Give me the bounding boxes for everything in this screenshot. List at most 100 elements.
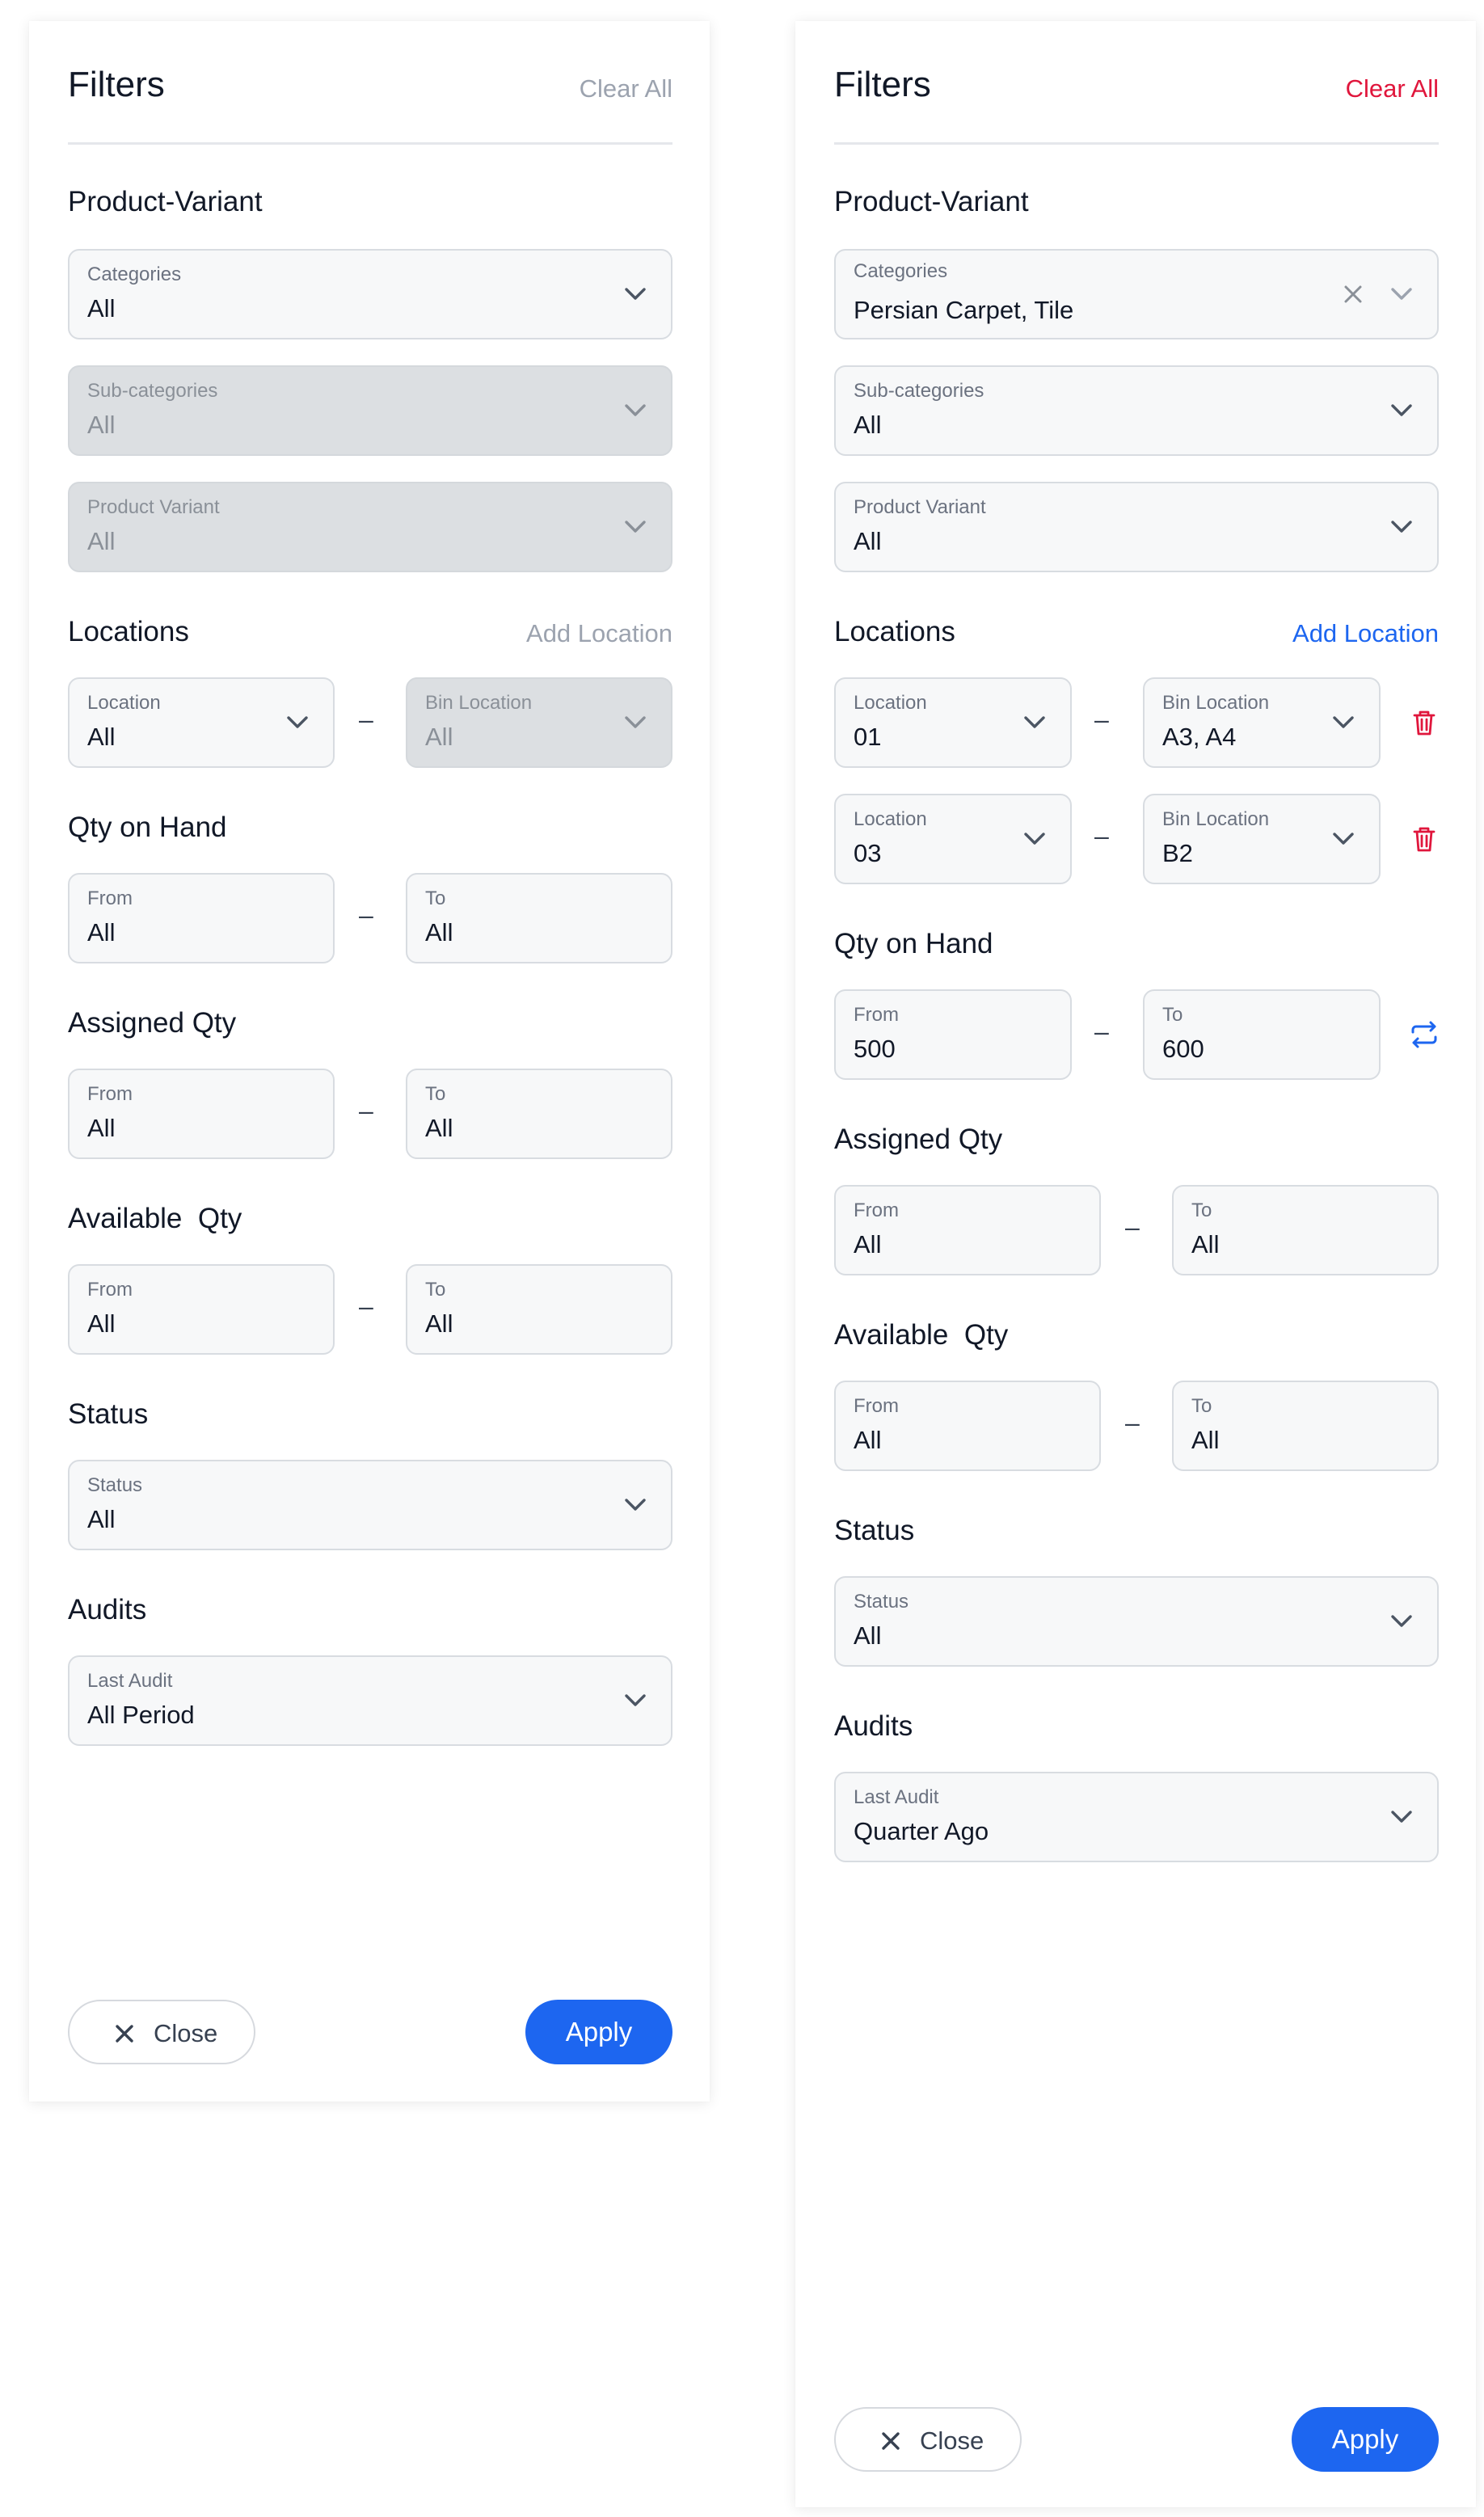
clear-all-button[interactable]: Clear All [580, 74, 672, 103]
status-select[interactable]: Status All [834, 1576, 1439, 1667]
add-location-link[interactable]: Add Location [526, 619, 672, 648]
field-value: All [87, 1505, 116, 1533]
close-button[interactable]: Close [68, 2000, 255, 2064]
close-button-label: Close [920, 2426, 984, 2455]
qty-on-hand-to-input[interactable]: To All [406, 873, 672, 963]
field-value: 01 [854, 723, 882, 751]
field-label: From [87, 1083, 133, 1105]
qty-on-hand-to-input[interactable]: To 600 [1143, 989, 1381, 1080]
panel-title: Filters [834, 65, 931, 104]
field-label: From [854, 1199, 899, 1221]
field-label: Product Variant [854, 496, 986, 518]
chevron-down-icon [625, 1694, 646, 1706]
location-select[interactable]: Location All [68, 677, 335, 768]
available-qty-from-input[interactable]: From All [834, 1381, 1101, 1471]
section-heading-qty-on-hand: Qty on Hand [834, 928, 993, 959]
apply-button[interactable]: Apply [525, 2000, 672, 2064]
range-dash: – [359, 900, 373, 930]
assigned-qty-to-input[interactable]: To All [406, 1069, 672, 1159]
sub-categories-select: Sub-categories All [68, 365, 672, 456]
filters-panel-filled: Filters Clear All Product-Variant Catego… [795, 21, 1476, 2507]
field-value: All [425, 1114, 453, 1142]
chevron-down-icon [625, 521, 646, 533]
close-icon [882, 2432, 900, 2450]
add-location-link[interactable]: Add Location [1292, 619, 1439, 648]
field-value: A3, A4 [1162, 723, 1237, 751]
available-qty-to-input[interactable]: To All [406, 1264, 672, 1355]
range-dash: – [359, 1096, 373, 1125]
field-value: B2 [1162, 839, 1193, 867]
chevron-down-icon [1024, 716, 1045, 728]
field-label: Last Audit [854, 1786, 939, 1808]
range-dash: – [1094, 821, 1109, 850]
location-select[interactable]: Location 01 [834, 677, 1072, 768]
chevron-down-icon [1391, 1811, 1412, 1823]
field-value: All [1191, 1426, 1220, 1454]
field-label: To [1191, 1395, 1212, 1417]
last-audit-select[interactable]: Last Audit All Period [68, 1655, 672, 1746]
sub-categories-select[interactable]: Sub-categories All [834, 365, 1439, 456]
field-label: Status [854, 1591, 909, 1613]
field-value: 500 [854, 1035, 896, 1063]
chevron-down-icon [1391, 404, 1412, 416]
field-label: Categories [87, 264, 182, 285]
categories-select[interactable]: Categories All [68, 249, 672, 339]
bin-location-select[interactable]: Bin Location A3, A4 [1143, 677, 1381, 768]
field-label: Bin Location [425, 692, 533, 714]
available-qty-from-input[interactable]: From All [68, 1264, 335, 1355]
field-value: All [87, 1114, 116, 1142]
field-label: To [425, 1083, 446, 1105]
bin-location-select: Bin Location All [406, 677, 672, 768]
chevron-down-icon [625, 716, 646, 728]
trash-icon[interactable] [1408, 706, 1440, 739]
assigned-qty-from-input[interactable]: From All [834, 1185, 1101, 1275]
chevron-down-icon [625, 404, 646, 416]
apply-button[interactable]: Apply [1292, 2407, 1439, 2472]
clear-selection-icon[interactable] [1342, 283, 1364, 306]
categories-select[interactable]: Categories Persian Carpet, Tile [834, 249, 1439, 339]
range-dash: – [1094, 1017, 1109, 1046]
field-value: Persian Carpet, Tile [854, 296, 1074, 324]
chevron-down-icon [1391, 521, 1412, 533]
range-dash: – [1125, 1408, 1140, 1437]
panel-title: Filters [68, 65, 165, 104]
location-select[interactable]: Location 03 [834, 794, 1072, 884]
available-qty-to-input[interactable]: To All [1172, 1381, 1439, 1471]
field-value: All [854, 1621, 882, 1650]
field-value: All [425, 918, 453, 947]
bin-location-select[interactable]: Bin Location B2 [1143, 794, 1381, 884]
section-heading-product-variant: Product-Variant [68, 186, 263, 217]
product-variant-select[interactable]: Product Variant All [834, 482, 1439, 572]
qty-on-hand-from-input[interactable]: From 500 [834, 989, 1072, 1080]
section-heading-available-qty: Available Qty [834, 1319, 1009, 1351]
assigned-qty-from-input[interactable]: From All [68, 1069, 335, 1159]
range-dash: – [359, 705, 373, 734]
close-button-label: Close [154, 2019, 218, 2047]
close-icon [116, 2025, 133, 2043]
field-label: Location [87, 692, 161, 714]
assigned-qty-to-input[interactable]: To All [1172, 1185, 1439, 1275]
range-dash: – [359, 1292, 373, 1321]
header-divider [834, 142, 1439, 145]
field-label: From [854, 1395, 899, 1417]
close-button[interactable]: Close [834, 2407, 1022, 2472]
field-value: Quarter Ago [854, 1817, 989, 1845]
chevron-down-icon [1391, 288, 1412, 300]
field-label: Bin Location [1162, 692, 1270, 714]
status-select[interactable]: Status All [68, 1460, 672, 1550]
field-label: Bin Location [1162, 808, 1270, 830]
trash-icon[interactable] [1408, 823, 1440, 855]
field-value: All [87, 294, 116, 323]
chevron-down-icon [625, 288, 646, 300]
field-value: All Period [87, 1701, 195, 1729]
chevron-down-icon [1391, 1615, 1412, 1627]
swap-arrows-icon[interactable] [1408, 1018, 1440, 1051]
last-audit-select[interactable]: Last Audit Quarter Ago [834, 1772, 1439, 1862]
qty-on-hand-from-input[interactable]: From All [68, 873, 335, 963]
section-heading-assigned-qty: Assigned Qty [834, 1124, 1003, 1155]
section-heading-status: Status [68, 1398, 149, 1430]
chevron-down-icon [1333, 716, 1354, 728]
field-label: Status [87, 1474, 143, 1496]
field-label: From [854, 1004, 899, 1026]
clear-all-button[interactable]: Clear All [1346, 74, 1439, 103]
